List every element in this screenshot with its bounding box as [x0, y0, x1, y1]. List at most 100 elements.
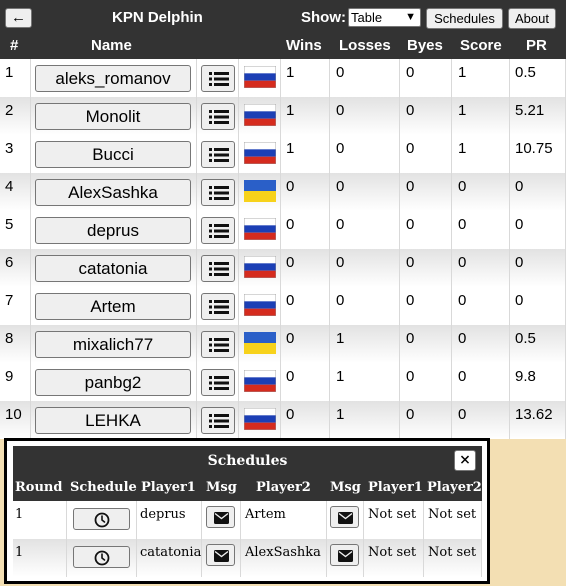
back-button[interactable]: ← [5, 8, 32, 28]
wins-value: 0 [286, 330, 295, 347]
arrow-left-icon: ← [11, 9, 26, 26]
top-bar: ← KPN Delphin Show: Table ▼ Schedules Ab… [0, 0, 566, 36]
player-details-button[interactable] [201, 293, 235, 320]
table-row: 10 LEHKA 0 1 0 0 13.62 [0, 401, 566, 439]
player-details-button[interactable] [201, 217, 235, 244]
byes-value: 0 [406, 254, 415, 271]
col-byes: Byes [407, 37, 443, 54]
pr-value: 0 [515, 292, 524, 309]
player-name-button[interactable]: Monolit [35, 103, 191, 130]
col-score: Score [460, 37, 502, 54]
show-select[interactable]: Table ▼ [348, 8, 421, 27]
player1-value: deprus [140, 507, 186, 522]
pr-value: 0 [515, 254, 524, 271]
score-value: 0 [458, 216, 467, 233]
russia-flag-icon [243, 255, 277, 279]
player-name-button[interactable]: AlexSashka [35, 179, 191, 206]
score-value: 1 [458, 140, 467, 157]
col-name: Name [91, 37, 132, 54]
wins-value: 0 [286, 406, 295, 423]
schedule-time-button[interactable] [73, 508, 130, 530]
about-button[interactable]: About [508, 8, 556, 29]
wins-value: 1 [286, 102, 295, 119]
player-name-button[interactable]: deprus [35, 217, 191, 244]
player-name-label: AlexSashka [68, 183, 158, 202]
message-player2-button[interactable] [330, 544, 359, 566]
standings-table: 1 aleks_romanov 1 0 0 1 0.5 2 Monolit 1 0 0 1 5.21 3 Bu… [0, 59, 566, 439]
close-button[interactable]: × [454, 450, 476, 471]
row-number: 7 [5, 292, 14, 309]
player1-value: catatonia [140, 545, 202, 560]
pr-value: 0.5 [515, 330, 536, 347]
player2-value: AlexSashka [245, 545, 321, 560]
pr-value: 0 [515, 178, 524, 195]
table-row: 3 Bucci 1 0 0 1 10.75 [0, 135, 566, 173]
wins-value: 0 [286, 178, 295, 195]
schedule-row: 1 deprus Artem Not set Not set [13, 501, 482, 539]
sched-col-player2-status: Player2 [427, 480, 482, 495]
player-details-button[interactable] [201, 103, 235, 130]
player-details-button[interactable] [201, 407, 235, 434]
message-player1-button[interactable] [206, 544, 235, 566]
message-player2-button[interactable] [330, 506, 359, 528]
losses-value: 0 [336, 64, 345, 81]
row-number: 8 [5, 330, 14, 347]
russia-flag-icon [243, 407, 277, 431]
round-value: 1 [15, 507, 24, 522]
player-name-button[interactable]: Artem [35, 293, 191, 320]
row-number: 5 [5, 216, 14, 233]
player-details-button[interactable] [201, 369, 235, 396]
score-value: 1 [458, 102, 467, 119]
byes-value: 0 [406, 406, 415, 423]
about-button-label: About [515, 11, 549, 26]
schedules-table: 1 deprus Artem Not set Not set 1 catatonia Alex… [13, 501, 482, 577]
player-name-button[interactable]: catatonia [35, 255, 191, 282]
byes-value: 0 [406, 330, 415, 347]
player-details-button[interactable] [201, 331, 235, 358]
byes-value: 0 [406, 140, 415, 157]
schedules-title: Schedules [207, 453, 288, 469]
pr-value: 9.8 [515, 368, 536, 385]
player2-status: Not set [428, 507, 477, 522]
col-losses: Losses [339, 37, 391, 54]
player-name-button[interactable]: panbg2 [35, 369, 191, 396]
losses-value: 1 [336, 330, 345, 347]
sched-col-round: Round [15, 480, 63, 495]
player-name-button[interactable]: LEHKA [35, 407, 191, 434]
byes-value: 0 [406, 64, 415, 81]
round-value: 1 [15, 545, 24, 560]
byes-value: 0 [406, 368, 415, 385]
player-name-button[interactable]: mixalich77 [35, 331, 191, 358]
player-name-button[interactable]: Bucci [35, 141, 191, 168]
russia-flag-icon [243, 369, 277, 393]
table-row: 9 panbg2 0 1 0 0 9.8 [0, 363, 566, 401]
table-row: 7 Artem 0 0 0 0 0 [0, 287, 566, 325]
player-name-label: LEHKA [85, 411, 141, 430]
schedules-button-label: Schedules [434, 11, 495, 26]
player-name-label: panbg2 [84, 373, 142, 392]
row-number: 6 [5, 254, 14, 271]
pr-value: 0 [515, 216, 524, 233]
player-details-button[interactable] [201, 141, 235, 168]
player-details-button[interactable] [201, 65, 235, 92]
message-player1-button[interactable] [206, 506, 235, 528]
row-number: 3 [5, 140, 14, 157]
sched-col-player1-status: Player1 [368, 480, 423, 495]
row-number: 4 [5, 178, 14, 195]
pr-value: 5.21 [515, 102, 545, 119]
wins-value: 0 [286, 254, 295, 271]
wins-value: 0 [286, 216, 295, 233]
col-pr: PR [526, 37, 547, 54]
schedule-time-button[interactable] [73, 546, 130, 568]
player1-status: Not set [368, 507, 417, 522]
row-number: 1 [5, 64, 14, 81]
score-value: 0 [458, 330, 467, 347]
player-name-label: Bucci [92, 145, 134, 164]
table-row: 2 Monolit 1 0 0 1 5.21 [0, 97, 566, 135]
player-details-button[interactable] [201, 255, 235, 282]
schedules-button[interactable]: Schedules [426, 8, 503, 29]
player-details-button[interactable] [201, 179, 235, 206]
player-name-button[interactable]: aleks_romanov [35, 65, 191, 92]
player-name-label: catatonia [78, 259, 148, 278]
score-value: 1 [458, 64, 467, 81]
